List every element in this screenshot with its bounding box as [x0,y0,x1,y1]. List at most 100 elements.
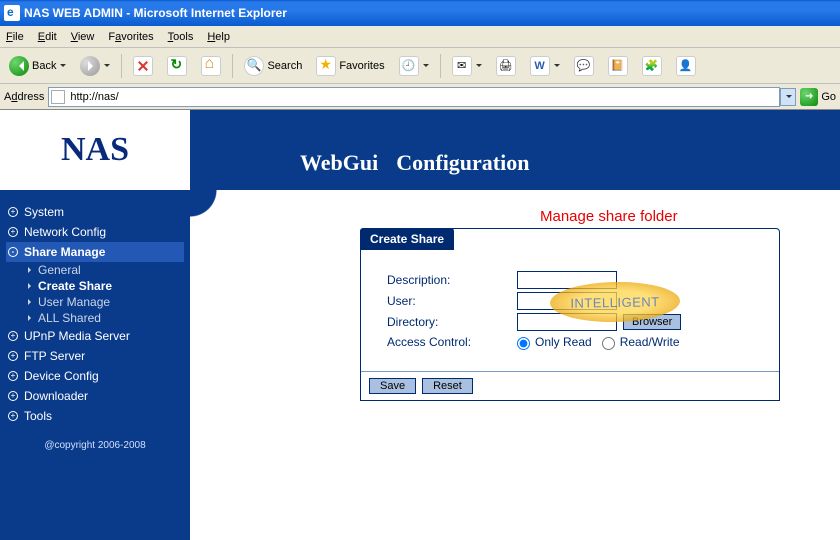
reset-button[interactable]: Reset [422,378,473,394]
mail-button[interactable]: ✉ [447,53,487,79]
label-description: Description: [387,273,517,287]
refresh-button[interactable] [162,53,192,79]
input-directory[interactable] [517,313,617,331]
print-icon: 🖨 [496,56,516,76]
star-icon [316,56,336,76]
mail-icon: ✉ [452,56,472,76]
back-button[interactable]: Back [4,53,71,79]
menu-help[interactable]: Help [207,31,230,43]
sidebar-item-network-config[interactable]: +Network Config [6,222,184,242]
panel-body: Description: User: Directory: Browser Ac… [361,250,779,371]
panel-title: Create Share [360,228,454,250]
search-button[interactable]: Search [239,53,307,79]
refresh-icon [167,56,187,76]
menu-tools[interactable]: Tools [168,31,194,43]
plus-icon: + [8,371,18,381]
window-titlebar: NAS WEB ADMIN - Microsoft Internet Explo… [0,0,840,26]
plus-icon: + [8,331,18,341]
tool-button[interactable]: 🧩 [637,53,667,79]
dropdown-icon [554,64,560,70]
go-label: Go [821,91,836,103]
menu-file[interactable]: File [6,31,24,43]
discuss-icon: 💬 [574,56,594,76]
label-read-write: Read/Write [620,335,680,349]
menu-favorites[interactable]: Favorites [108,31,153,43]
sidebar-item-label: Device Config [24,369,99,383]
sidebar-item-label: Share Manage [24,245,105,259]
sidebar-sub-create-share[interactable]: Create Share [28,278,184,294]
menu-edit[interactable]: Edit [38,31,57,43]
history-button[interactable]: 🕘 [394,53,434,79]
word-icon: W [530,56,550,76]
radio-read-write[interactable] [602,337,615,350]
dropdown-icon [423,64,429,70]
menu-view[interactable]: View [71,31,95,43]
sidebar-sub-general[interactable]: General [28,262,184,278]
print-button[interactable]: 🖨 [491,53,521,79]
url-dropdown[interactable] [780,88,796,106]
history-icon: 🕘 [399,56,419,76]
sidebar-item-label: Tools [24,409,52,423]
discuss-button[interactable]: 💬 [569,53,599,79]
separator [232,54,233,78]
radio-only-read[interactable] [517,337,530,350]
triangle-icon [28,283,34,289]
dropdown-icon [476,64,482,70]
button-row: Save Reset [361,371,779,400]
forward-button[interactable] [75,53,115,79]
triangle-icon [28,267,34,273]
triangle-icon [28,299,34,305]
sidebar-item-label: ALL Shared [38,311,101,325]
logo-block: NAS [0,110,190,190]
stop-icon [133,56,153,76]
annotation-text: Manage share folder [540,208,678,225]
logo: NAS [61,131,129,169]
input-description[interactable] [517,271,617,289]
save-button[interactable]: Save [369,378,416,394]
row-access-control: Access Control: Only Read Read/Write [387,334,753,350]
row-directory: Directory: Browser [387,313,753,331]
minus-icon: - [8,247,18,257]
row-user: User: [387,292,753,310]
url-field[interactable] [48,87,780,107]
input-user[interactable] [517,292,617,310]
sidebar-item-downloader[interactable]: +Downloader [6,386,184,406]
go-icon: ➜ [800,88,818,106]
copyright: @copyright 2006-2008 [6,440,184,451]
create-share-panel: Create Share Description: User: Director… [360,228,780,401]
sidebar-sub-user-manage[interactable]: User Manage [28,294,184,310]
sidebar-item-label: User Manage [38,295,110,309]
messenger-icon: 👤 [676,56,696,76]
home-button[interactable] [196,53,226,79]
sidebar-item-device-config[interactable]: + Device Config [6,366,184,386]
sidebar-item-label: Downloader [24,389,88,403]
page-body: +System +Network Config -Share Manage Ge… [0,190,840,540]
stop-button[interactable] [128,53,158,79]
label-access-control: Access Control: [387,335,517,349]
sidebar-sub-all-shared[interactable]: ALL Shared [28,310,184,326]
separator [440,54,441,78]
toolbar: Back Search Favorites 🕘 ✉ 🖨 W 💬 📔 🧩 👤 [0,48,840,84]
sidebar-item-tools[interactable]: +Tools [6,406,184,426]
go-button[interactable]: ➜ Go [800,88,836,106]
window-title: NAS WEB ADMIN - Microsoft Internet Explo… [24,6,287,20]
sidebar-item-label: Create Share [38,279,112,293]
research-icon: 📔 [608,56,628,76]
edit-button[interactable]: W [525,53,565,79]
browser-button[interactable]: Browser [623,314,681,330]
back-label: Back [32,60,56,72]
plus-icon: + [8,227,18,237]
research-button[interactable]: 📔 [603,53,633,79]
sidebar-item-share-manage[interactable]: -Share Manage [6,242,184,262]
triangle-icon [28,315,34,321]
sidebar-item-upnp[interactable]: +UPnP Media Server [6,326,184,346]
title-right: Configuration [396,150,529,175]
home-icon [201,56,221,76]
messenger-button[interactable]: 👤 [671,53,701,79]
sidebar-item-ftp[interactable]: +FTP Server [6,346,184,366]
sidebar-item-system[interactable]: +System [6,202,184,222]
url-input[interactable] [68,90,777,104]
sidebar-item-label: General [38,263,81,277]
favorites-button[interactable]: Favorites [311,53,389,79]
header-title-area: WebGuiConfiguration [190,110,840,190]
